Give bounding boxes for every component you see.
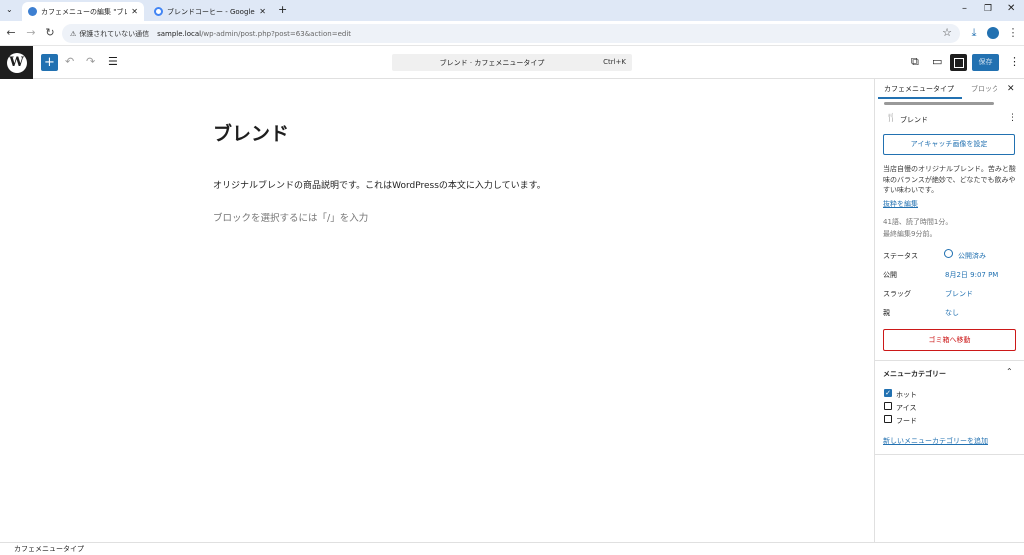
last-edited: 最終編集9分前。 (883, 230, 937, 238)
undo-icon[interactable]: ↶ (65, 55, 74, 68)
new-tab-icon[interactable]: + (278, 3, 287, 16)
restore-icon[interactable]: ❐ (984, 4, 992, 14)
excerpt-text: 当店自慢のオリジナルブレンド。苦みと酸味のバランスが絶妙で、どなたでも飲みやすい… (883, 165, 1016, 194)
address-bar[interactable]: ⚠ 保護されていない通信 sample.local /wp-admin/post… (62, 24, 960, 43)
post-actions-kebab-icon[interactable]: ⋮ (1008, 113, 1017, 123)
redo-icon[interactable]: ↷ (86, 55, 95, 68)
bookmark-star-icon[interactable]: ☆ (940, 26, 954, 39)
word-count: 41語、読了時間1分。 (883, 218, 953, 226)
url-path: /wp-admin/post.php?post=63&action=edit (201, 29, 352, 38)
minimize-icon[interactable]: – (962, 3, 967, 14)
post-title[interactable]: ブレンド (213, 119, 289, 146)
parent-value[interactable]: なし (945, 308, 959, 318)
tab-title: ブレンドコーヒー - Google 検索 (167, 7, 255, 16)
edit-excerpt-link[interactable]: 抜粋を編集 (883, 199, 918, 209)
editor-header: W + ↶ ↷ ☰ ブレンド · カフェメニュータイプ Ctrl+K ⧉ ▭ 保… (0, 46, 1024, 79)
post-name: ブレンド (900, 116, 928, 124)
close-tab-icon[interactable]: ✕ (131, 7, 138, 16)
command-shortcut: Ctrl+K (603, 58, 626, 66)
close-window-icon[interactable]: ✕ (1007, 3, 1015, 14)
tab-active[interactable]: カフェメニューの編集 "ブレンド" - サ: ✕ (22, 2, 144, 21)
settings-toggle-button[interactable] (950, 54, 967, 71)
back-icon[interactable]: ← (4, 26, 18, 39)
status-value[interactable]: 公開済み (958, 251, 986, 261)
category-label-ice: アイス (896, 404, 917, 412)
wordpress-favicon-icon (28, 7, 37, 16)
menu-kebab-icon[interactable]: ⋮ (1006, 26, 1020, 39)
warning-icon: ⚠ (70, 29, 77, 38)
forward-icon[interactable]: → (24, 26, 38, 39)
reload-icon[interactable]: ↻ (43, 26, 57, 39)
active-tab-indicator (878, 97, 962, 99)
paragraph-block[interactable]: オリジナルブレンドの商品説明です。これはWordPressの本文に入力しています… (213, 178, 546, 191)
view-post-icon[interactable]: ⧉ (911, 55, 919, 69)
trash-button[interactable]: ゴミ箱へ移動 (883, 329, 1016, 351)
publish-date-value[interactable]: 8月2日 9:07 PM (945, 270, 998, 280)
checkbox-food[interactable] (884, 415, 892, 423)
command-title: ブレンド · カフェメニュータイプ (439, 59, 545, 67)
block-breadcrumb: カフェメニュータイプ (0, 542, 1024, 555)
category-panel-heading[interactable]: メニューカテゴリー (883, 369, 946, 379)
url-host: sample.local (157, 29, 202, 38)
chevron-up-icon[interactable]: ⌃ (1006, 367, 1013, 376)
block-appender-placeholder[interactable]: ブロックを選択するには「/」を入力 (213, 210, 368, 224)
checkbox-ice[interactable] (884, 402, 892, 410)
category-label-food: フード (896, 417, 917, 425)
featured-image-button[interactable]: アイキャッチ画像を設定 (883, 134, 1015, 155)
wordpress-logo-icon: W (6, 52, 27, 73)
download-icon[interactable]: ⤓ (967, 26, 981, 40)
tab-block-settings[interactable]: ブロック (971, 84, 997, 94)
close-tab-icon[interactable]: ✕ (259, 7, 266, 16)
command-palette-bar[interactable]: ブレンド · カフェメニュータイプ Ctrl+K (392, 54, 632, 71)
browser-tab-bar: ⌄ カフェメニューの編集 "ブレンド" - サ: ✕ ブレンドコーヒー - Go… (0, 0, 1024, 21)
block-inserter-button[interactable]: + (41, 54, 58, 71)
tab-search-icon[interactable]: ⌄ (6, 5, 13, 14)
slug-value[interactable]: ブレンド (945, 289, 973, 299)
tab-scrollbar[interactable] (884, 102, 994, 105)
google-favicon-icon (154, 7, 163, 16)
divider (875, 454, 1024, 455)
divider (875, 360, 1024, 361)
preview-device-icon[interactable]: ▭ (932, 55, 942, 68)
published-check-icon (944, 249, 953, 258)
settings-sidebar: カフェメニュータイプ ブロック ✕ 🍴 ブレンド ⋮ アイキャッチ画像を設定 当… (874, 79, 1024, 542)
profile-avatar-icon[interactable] (987, 27, 999, 39)
security-label: 保護されていない通信 (79, 29, 150, 38)
checkbox-hot[interactable]: ✓ (884, 389, 892, 397)
browser-toolbar: ← → ↻ ⚠ 保護されていない通信 sample.local /wp-admi… (0, 21, 1024, 46)
wordpress-logo-button[interactable]: W (0, 46, 33, 79)
parent-label: 親 (883, 309, 890, 317)
tab-inactive[interactable]: ブレンドコーヒー - Google 検索 ✕ (148, 2, 272, 21)
publish-label: 公開 (883, 271, 897, 279)
status-label: ステータス (883, 252, 918, 260)
save-button[interactable]: 保存 (972, 54, 999, 71)
breadcrumb-item[interactable]: カフェメニュータイプ (14, 545, 84, 553)
document-overview-icon[interactable]: ☰ (108, 55, 118, 68)
category-label-hot: ホット (896, 391, 917, 399)
options-kebab-icon[interactable]: ⋮ (1009, 55, 1020, 68)
tab-title: カフェメニューの編集 "ブレンド" - サ: (41, 7, 128, 16)
tab-post-settings[interactable]: カフェメニュータイプ (884, 84, 954, 94)
add-category-link[interactable]: 新しいメニューカテゴリーを追加 (883, 436, 988, 446)
slug-label: スラッグ (883, 290, 911, 298)
menu-type-icon: 🍴 (886, 113, 896, 122)
close-sidebar-icon[interactable]: ✕ (1007, 84, 1015, 94)
